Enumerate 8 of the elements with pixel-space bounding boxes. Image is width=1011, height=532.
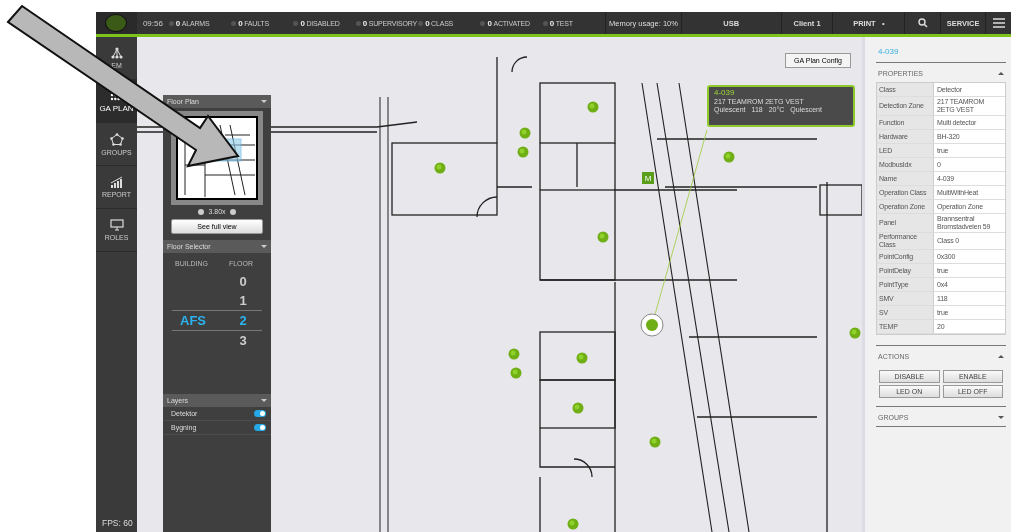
tooltip-title: 4-039 [714,89,736,98]
floor-row[interactable]: 1 [172,291,262,310]
fps-counter: FPS: 60 [101,518,134,530]
floor-row[interactable]: 0 [172,272,262,291]
device-title: 4-039 [876,37,1006,63]
floor-row[interactable]: AFS 2 [172,310,262,331]
clock-time: 09:56 [141,18,164,28]
floor-row[interactable]: 3 [172,331,262,350]
